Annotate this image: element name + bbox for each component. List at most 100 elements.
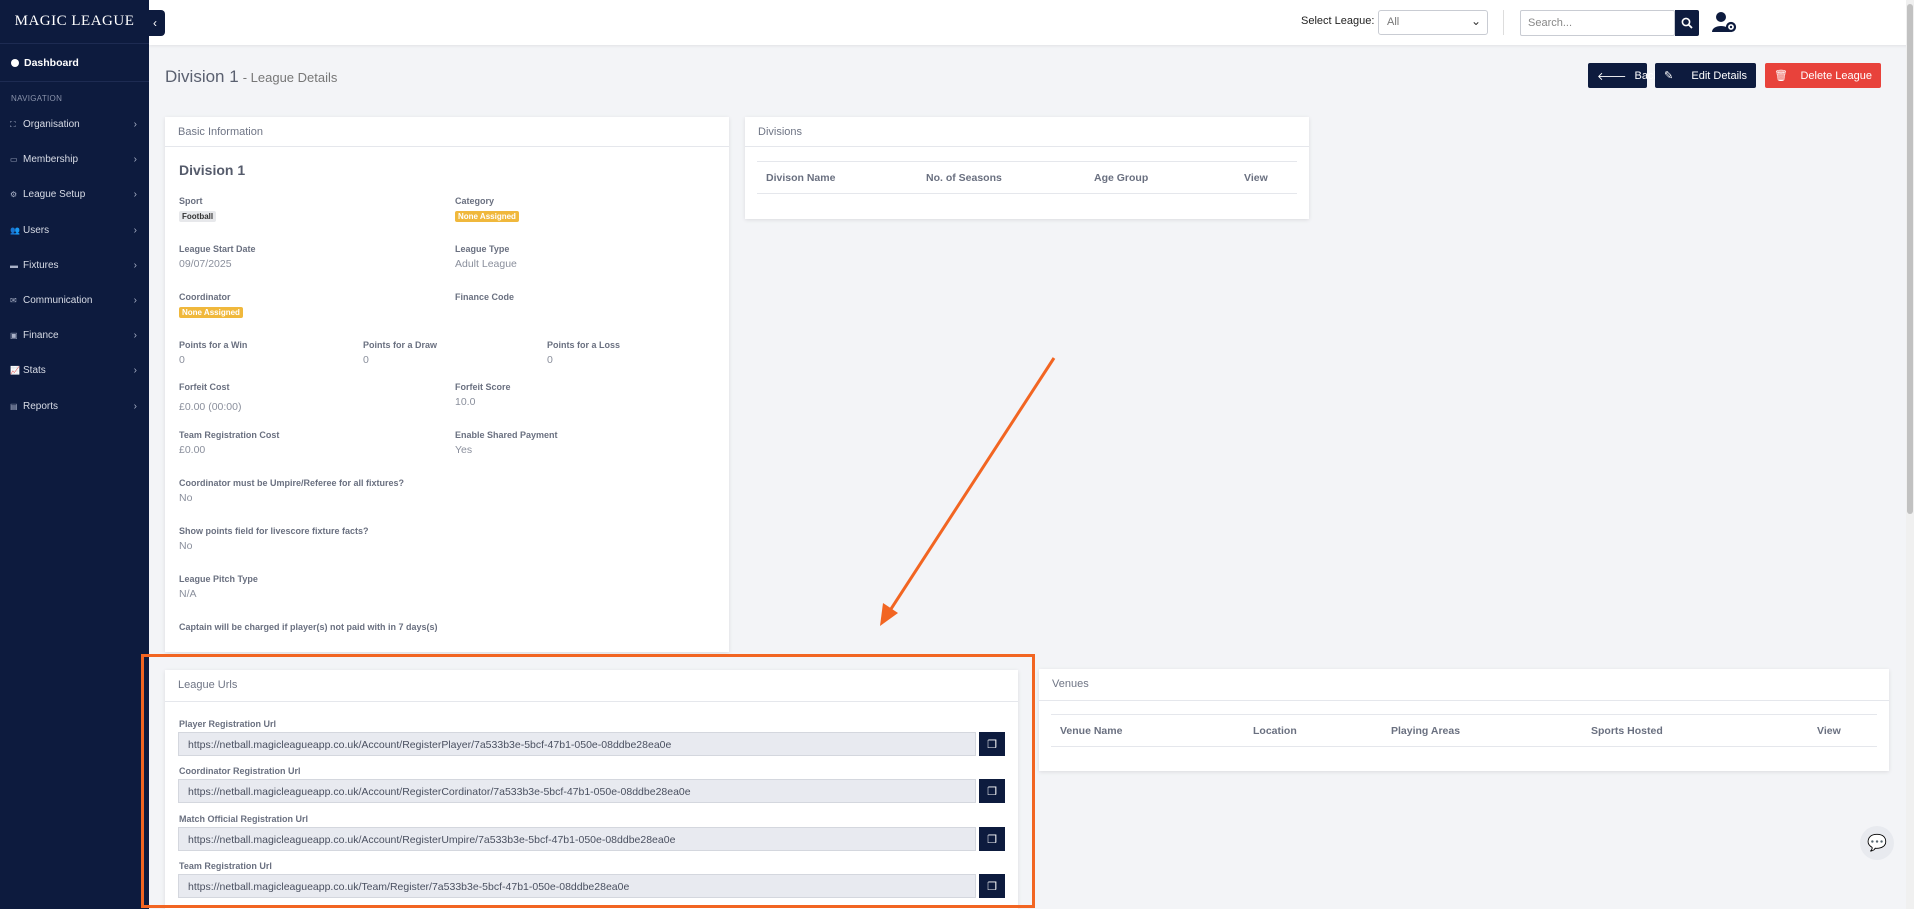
trash-icon: 🗑 bbox=[1774, 70, 1788, 82]
edit-icon: ✎ bbox=[1664, 70, 1674, 82]
captain-charge-label: Captain will be charged if player(s) not… bbox=[179, 622, 438, 632]
column-header[interactable]: No. of Seasons bbox=[926, 172, 1002, 184]
sidebar-item-label: Finance bbox=[23, 330, 59, 342]
fixtures-icon: ▬ bbox=[10, 260, 18, 270]
chevron-down-icon: ⌄ bbox=[1470, 14, 1481, 28]
edit-label: Edit Details bbox=[1691, 69, 1747, 82]
delete-label: Delete League bbox=[1800, 69, 1872, 82]
delete-league-button[interactable]: 🗑 Delete League bbox=[1765, 63, 1881, 88]
points-win-value: 0 bbox=[179, 354, 185, 366]
card-header: Venues bbox=[1039, 669, 1889, 701]
chat-icon: 💬 bbox=[1867, 835, 1887, 852]
select-league-label: Select League: bbox=[1301, 15, 1375, 27]
category-label: Category bbox=[455, 196, 495, 206]
column-header[interactable]: Sports Hosted bbox=[1591, 725, 1663, 737]
top-bar: Select League: All ⌄ Search... bbox=[149, 0, 1914, 45]
league-name: Division 1 bbox=[179, 162, 246, 178]
card-header: Basic Information bbox=[165, 117, 729, 147]
sidebar-item-organisation[interactable]: ⛶ Organisation › bbox=[0, 107, 149, 142]
coordinator-badge: None Assigned bbox=[179, 307, 243, 318]
chevron-right-icon: › bbox=[133, 154, 137, 166]
arrow-left-icon: 🡐 bbox=[1597, 70, 1627, 83]
sidebar-item-finance[interactable]: ▣ Finance › bbox=[0, 318, 149, 353]
sidebar-collapse-button[interactable]: ‹ bbox=[145, 10, 165, 36]
sidebar: MAGIC LEAGUE Dashboard NAVIGATION ⛶ Organ… bbox=[0, 0, 149, 909]
divider bbox=[1503, 10, 1504, 35]
chevron-right-icon: › bbox=[133, 330, 137, 342]
sidebar-item-label: Dashboard bbox=[24, 56, 79, 69]
search-icon bbox=[1681, 17, 1693, 29]
basic-information-card: Basic Information Division 1 Sport Footb… bbox=[165, 117, 729, 652]
umpire-value: No bbox=[179, 492, 193, 504]
page-subtitle: - League Details bbox=[242, 70, 338, 85]
sidebar-item-users[interactable]: 👥 Users › bbox=[0, 213, 149, 248]
column-header[interactable]: Divison Name bbox=[766, 172, 835, 184]
membership-icon: ▭ bbox=[10, 155, 18, 165]
sidebar-item-label: League Setup bbox=[23, 189, 86, 201]
search-button[interactable] bbox=[1675, 10, 1699, 36]
sidebar-item-reports[interactable]: ▤ Reports › bbox=[0, 389, 149, 424]
sidebar-item-label: Users bbox=[23, 224, 50, 236]
sport-label: Sport bbox=[179, 196, 203, 206]
sidebar-item-label: Fixtures bbox=[23, 259, 59, 271]
column-header[interactable]: Playing Areas bbox=[1391, 725, 1460, 737]
finance-icon: ▣ bbox=[10, 331, 18, 341]
forfeit-cost-value: £0.00 (00:00) bbox=[179, 401, 242, 413]
sidebar-item-dashboard[interactable]: Dashboard bbox=[0, 44, 149, 82]
coordinator-label: Coordinator bbox=[179, 292, 231, 302]
points-draw-label: Points for a Draw bbox=[363, 340, 438, 350]
sidebar-item-league-setup[interactable]: ⚙ League Setup › bbox=[0, 177, 149, 212]
users-icon: 👥 bbox=[10, 225, 20, 235]
sidebar-item-communication[interactable]: ✉ Communication › bbox=[0, 283, 149, 318]
select-league-dropdown[interactable]: All ⌄ bbox=[1378, 10, 1488, 35]
venues-card: Venues Venue Name Location Playing Areas… bbox=[1039, 669, 1889, 771]
umpire-label: Coordinator must be Umpire/Referee for a… bbox=[179, 478, 405, 488]
reports-icon: ▤ bbox=[10, 401, 18, 411]
back-button[interactable]: 🡐 Back bbox=[1588, 63, 1659, 88]
sidebar-item-membership[interactable]: ▭ Membership › bbox=[0, 142, 149, 177]
edit-details-button[interactable]: ✎ Edit Details bbox=[1655, 63, 1756, 88]
points-win-label: Points for a Win bbox=[179, 340, 248, 350]
league-type-value: Adult League bbox=[455, 258, 517, 270]
scrollbar-thumb[interactable] bbox=[1907, 4, 1913, 514]
sport-badge: Football bbox=[179, 211, 217, 222]
select-league-value: All bbox=[1387, 16, 1400, 28]
livescore-value: No bbox=[179, 540, 193, 552]
column-header[interactable]: View bbox=[1244, 172, 1268, 184]
search-input[interactable]: Search... bbox=[1520, 10, 1675, 36]
shared-payment-value: Yes bbox=[455, 444, 473, 456]
app-logo[interactable]: MAGIC LEAGUE bbox=[0, 0, 149, 44]
page-title: Division 1- League Details bbox=[165, 67, 337, 87]
pitch-type-label: League Pitch Type bbox=[179, 574, 258, 584]
column-header[interactable]: View bbox=[1817, 725, 1841, 737]
category-badge: None Assigned bbox=[455, 211, 519, 222]
start-date-label: League Start Date bbox=[179, 244, 256, 254]
chevron-left-icon: ‹ bbox=[153, 16, 157, 30]
annotation-highlight-box bbox=[141, 654, 1035, 908]
team-cost-label: Team Registration Cost bbox=[179, 430, 280, 440]
points-draw-value: 0 bbox=[363, 354, 369, 366]
sidebar-item-stats[interactable]: 📈 Stats › bbox=[0, 353, 149, 388]
user-settings-icon[interactable] bbox=[1712, 10, 1738, 36]
league-setup-icon: ⚙ bbox=[10, 190, 18, 200]
chevron-right-icon: › bbox=[133, 259, 137, 271]
chat-button[interactable]: 💬 bbox=[1860, 826, 1894, 860]
column-header[interactable]: Venue Name bbox=[1060, 725, 1122, 737]
sidebar-item-fixtures[interactable]: ▬ Fixtures › bbox=[0, 248, 149, 283]
org-icon: ⛶ bbox=[10, 119, 16, 129]
livescore-label: Show points field for livescore fixture … bbox=[179, 526, 369, 536]
column-header[interactable]: Location bbox=[1253, 725, 1297, 737]
divisions-card: Divisions Divison Name No. of Seasons Ag… bbox=[745, 117, 1309, 219]
start-date-value: 09/07/2025 bbox=[179, 258, 232, 270]
chevron-right-icon: › bbox=[133, 400, 137, 412]
points-loss-label: Points for a Loss bbox=[547, 340, 621, 350]
chevron-right-icon: › bbox=[133, 224, 137, 236]
column-header[interactable]: Age Group bbox=[1094, 172, 1148, 184]
page-scrollbar[interactable] bbox=[1906, 0, 1914, 909]
venues-table-header: Venue Name Location Playing Areas Sports… bbox=[1051, 714, 1877, 747]
pitch-type-value: N/A bbox=[179, 588, 197, 600]
dashboard-icon bbox=[11, 58, 19, 67]
nav-heading: NAVIGATION bbox=[11, 94, 63, 103]
chevron-right-icon: › bbox=[133, 189, 137, 201]
team-cost-value: £0.00 bbox=[179, 444, 206, 456]
